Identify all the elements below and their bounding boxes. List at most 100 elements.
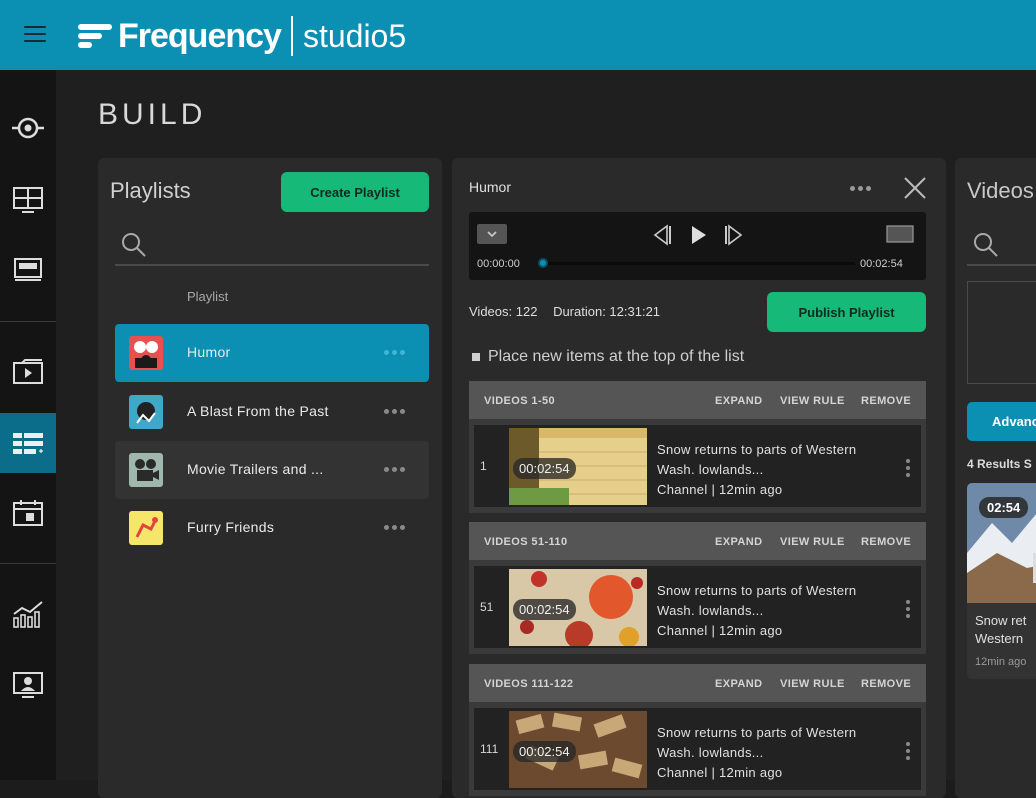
progress-handle[interactable] [538,258,548,268]
sidebar-item-account[interactable] [0,655,56,715]
video-thumbnail: 00:02:54 [509,569,647,646]
video-group: VIDEOS 111-122 EXPAND VIEW RULE REMOVE 1… [469,664,926,796]
video-title-line: Wash. lowlands... [657,462,764,477]
humor-thumbnail-icon [129,336,163,370]
sidebar-item-channels[interactable] [0,170,56,230]
video-player: 00:00:00 00:02:54 [469,212,926,280]
remove-button[interactable]: REMOVE [861,678,911,690]
remove-button[interactable]: REMOVE [861,536,911,548]
progress-track[interactable] [545,262,855,265]
video-meta: Channel | 12min ago [657,482,783,497]
video-meta: Channel | 12min ago [657,765,783,780]
view-rule-button[interactable]: VIEW RULE [780,395,845,407]
close-icon[interactable] [902,175,928,201]
group-title: VIDEOS 51-110 [484,536,568,548]
tv-icon [14,258,42,281]
menu-icon[interactable] [24,26,46,42]
duration-badge: 00:02:54 [513,599,576,620]
sidebar-item-media[interactable] [0,342,56,402]
playlist-item[interactable]: Furry Friends [115,499,429,557]
videos-title: Videos [967,178,1034,203]
duration-total: Duration: 12:31:21 [553,304,661,319]
video-drop-area[interactable] [967,281,1036,384]
sidebar-item-schedule[interactable] [0,483,56,543]
total-time: 00:02:54 [860,258,903,270]
playlist-name: Movie Trailers and ... [187,461,324,477]
kebab-icon[interactable] [906,742,910,760]
current-time: 00:00:00 [477,258,520,270]
top-bar: Frequency studio5 [0,0,1036,70]
kebab-icon[interactable] [906,459,910,477]
place-new-checkbox[interactable]: Place new items at the top of the list [472,348,744,366]
broadcast-icon [12,117,44,139]
search-icon [974,233,998,257]
duration-badge: 02:54 [979,497,1029,518]
group-header: VIDEOS 51-110 EXPAND VIEW RULE REMOVE [469,522,926,560]
group-title: VIDEOS 111-122 [484,678,574,690]
kebab-icon[interactable] [906,600,910,618]
video-group: VIDEOS 1-50 EXPAND VIEW RULE REMOVE 1 00… [469,381,926,513]
brand-name: Frequency [118,16,282,55]
view-rule-button[interactable]: VIEW RULE [780,678,845,690]
video-search-input[interactable] [967,228,1036,266]
search-icon [122,233,146,257]
more-icon[interactable] [850,186,871,191]
projector-thumbnail-icon [129,453,163,487]
playlist-search-input[interactable] [115,228,429,266]
analytics-icon [13,601,43,628]
advanced-search-button[interactable]: Advanced [967,402,1036,441]
frequency-logo-icon [78,22,112,50]
video-title-line: Wash. lowlands... [657,745,764,760]
video-title-line: Snow returns to parts of Western [657,442,857,457]
playlist-item[interactable]: Humor [115,324,429,382]
playlist-name: A Blast From the Past [187,403,329,419]
video-index: 111 [480,742,499,756]
logo[interactable]: Frequency studio5 [78,14,406,58]
playlist-item[interactable]: Movie Trailers and ... [115,441,429,499]
checkbox-icon [472,353,480,361]
group-header: VIDEOS 1-50 EXPAND VIEW RULE REMOVE [469,381,926,419]
more-icon[interactable] [384,409,405,414]
video-row[interactable]: 111 00:02:54 Snow returns to parts of We… [474,708,921,790]
skip-back-icon[interactable] [651,224,673,246]
dropdown-button[interactable] [477,224,507,244]
sidebar-item-screens[interactable] [0,240,56,300]
more-icon[interactable] [384,525,405,530]
more-icon[interactable] [384,467,405,472]
sidebar-item-analytics[interactable] [0,584,56,644]
view-rule-button[interactable]: VIEW RULE [780,536,845,548]
calendar-icon [13,500,43,526]
sidebar-item-live[interactable] [0,98,56,158]
video-card[interactable]: 02:54 Snow ret Western 12min ago [967,483,1036,679]
skip-forward-icon[interactable] [723,224,745,246]
fullscreen-icon[interactable] [885,224,915,244]
video-row[interactable]: 51 00:02:54 Snow returns to parts of Wes… [474,566,921,648]
expand-button[interactable]: EXPAND [715,395,762,407]
video-thumbnail: 00:02:54 [509,711,647,788]
more-icon[interactable] [384,350,405,355]
video-index: 51 [480,600,494,614]
video-row[interactable]: 1 00:02:54 Snow returns to parts of West… [474,425,921,507]
play-icon[interactable] [689,224,709,246]
editor-title: Humor [469,179,512,195]
sidebar-item-build[interactable] [0,413,56,473]
publish-playlist-button[interactable]: Publish Playlist [767,292,926,332]
pets-thumbnail-icon [129,511,163,545]
product-name: studio5 [302,17,407,54]
results-count: 4 Results S [967,457,1032,471]
expand-button[interactable]: EXPAND [715,678,762,690]
create-playlist-button[interactable]: Create Playlist [281,172,429,212]
video-meta: Channel | 12min ago [657,623,783,638]
video-title-line: Western [975,631,1024,646]
video-index: 1 [480,459,487,473]
playlists-title: Playlists [110,178,191,203]
retro-thumbnail-icon [129,395,163,429]
playlist-item[interactable]: A Blast From the Past [115,383,429,441]
main-area: BUILD Playlists Create Playlist Playlist… [56,70,1036,798]
remove-button[interactable]: REMOVE [861,395,911,407]
expand-button[interactable]: EXPAND [715,536,762,548]
user-monitor-icon [13,672,43,698]
duration-badge: 00:02:54 [513,741,576,762]
video-title-line: Snow ret [975,613,1027,628]
sidebar [0,70,56,780]
